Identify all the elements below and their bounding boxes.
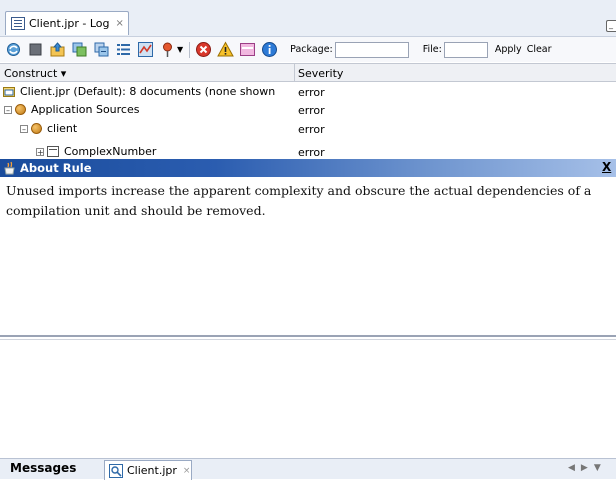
about-rule-description: Unused imports increase the apparent com…: [6, 183, 592, 218]
coffee-cup-icon: [4, 161, 15, 175]
package-icon: [31, 123, 42, 134]
package-filter-input[interactable]: [334, 41, 409, 58]
pin-dropdown-icon[interactable]: ▼: [177, 45, 183, 54]
about-close-button[interactable]: X: [602, 160, 611, 174]
messages-tab[interactable]: Messages: [10, 461, 76, 475]
error-filter-icon[interactable]: [195, 41, 212, 58]
row-severity: error: [298, 104, 325, 117]
chart-icon[interactable]: [137, 41, 154, 58]
stop-icon[interactable]: [27, 41, 44, 58]
file-label: File:: [422, 44, 442, 55]
tab-title: Client.jpr: [127, 464, 177, 477]
refresh-icon[interactable]: [5, 41, 22, 58]
bottom-tab-bar: Messages Client.jpr × ◀ ▶ ▼: [0, 458, 616, 480]
copy-icon[interactable]: [71, 41, 88, 58]
row-severity: error: [298, 86, 325, 99]
package-icon: [15, 104, 26, 115]
row-construct: Application Sources: [31, 103, 140, 116]
row-severity: error: [298, 123, 325, 136]
message-filter-icon[interactable]: [239, 41, 256, 58]
row-construct: Client.jpr (Default): 8 documents (none …: [20, 85, 276, 98]
row-severity: error: [298, 146, 325, 159]
log-table-header: Construct ▾ Severity: [0, 63, 616, 82]
file-filter-input[interactable]: [443, 41, 488, 58]
tree-expand-toggle[interactable]: –: [4, 105, 12, 114]
warning-filter-icon[interactable]: [217, 41, 235, 58]
about-rule-title: About Rule: [20, 161, 92, 175]
severity-column-header[interactable]: Severity: [298, 67, 343, 80]
log-document-icon: [11, 17, 25, 30]
minimize-window-button[interactable]: _: [606, 20, 616, 32]
tab-close-icon[interactable]: ×: [116, 18, 124, 29]
about-rule-panel: Unused imports increase the apparent com…: [0, 177, 616, 337]
scroll-right-icon[interactable]: ▶: [581, 463, 588, 473]
construct-column-header[interactable]: Construct ▾: [4, 67, 66, 80]
log-toolbar: ▼ Package: File: Apply Clear: [0, 36, 616, 62]
export-icon[interactable]: [49, 41, 66, 58]
apply-button[interactable]: Apply: [495, 44, 522, 55]
tab-close-icon[interactable]: ×: [183, 466, 191, 476]
class-file-icon: [47, 146, 59, 157]
row-construct: client: [47, 122, 78, 135]
table-row[interactable]: – Application Sources error: [0, 101, 616, 119]
table-row[interactable]: Client.jpr (Default): 8 documents (none …: [0, 83, 616, 101]
clear-button[interactable]: Clear: [527, 44, 552, 55]
column-divider[interactable]: [294, 64, 295, 82]
package-label: Package:: [290, 44, 333, 55]
toolbar-separator: [189, 41, 191, 58]
tree-expand-toggle[interactable]: –: [20, 124, 28, 133]
search-log-icon: [109, 463, 123, 478]
collapse-icon[interactable]: [93, 41, 110, 58]
tab-list-dropdown-icon[interactable]: ▼: [594, 463, 601, 473]
info-filter-icon[interactable]: [261, 41, 278, 58]
table-row[interactable]: – client error: [0, 120, 616, 138]
editor-tab-strip: Client.jpr - Log × _: [0, 0, 616, 36]
tab-client-jpr-log[interactable]: Client.jpr - Log ×: [5, 11, 129, 35]
row-construct: ComplexNumber: [64, 145, 157, 158]
tab-navigation: ◀ ▶ ▼: [568, 463, 601, 473]
pin-icon[interactable]: [159, 41, 176, 58]
about-rule-header: About Rule X: [0, 159, 616, 177]
list-icon[interactable]: [115, 41, 132, 58]
log-output-area: [0, 339, 616, 458]
tab-client-jpr[interactable]: Client.jpr ×: [104, 460, 192, 480]
tab-title: Client.jpr - Log: [29, 17, 110, 30]
tree-expand-toggle[interactable]: +: [36, 147, 44, 156]
table-row[interactable]: + ComplexNumber error: [0, 139, 616, 159]
scroll-left-icon[interactable]: ◀: [568, 463, 575, 473]
project-folder-icon: [3, 87, 15, 97]
